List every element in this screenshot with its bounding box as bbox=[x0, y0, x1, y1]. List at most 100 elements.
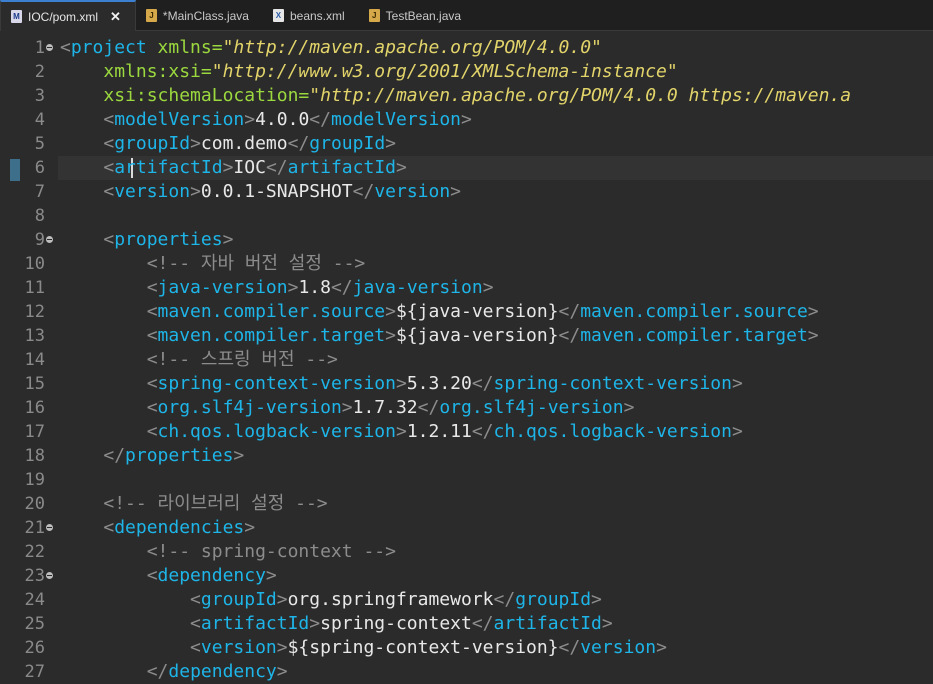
token: org.springframework bbox=[287, 589, 494, 610]
code-line[interactable]: 17 <ch.qos.logback-version>1.2.11</ch.qo… bbox=[0, 420, 933, 444]
token: < bbox=[146, 373, 158, 394]
code-text: <dependency> bbox=[60, 564, 277, 588]
token: </ bbox=[558, 325, 581, 346]
tab-label: TestBean.java bbox=[385, 8, 462, 23]
token: "http://www.w3.org/2001/XMLSchema-instan… bbox=[211, 61, 678, 82]
line-number: 4 bbox=[34, 110, 45, 130]
code-line[interactable]: 2 xmlns:xsi="http://www.w3.org/2001/XMLS… bbox=[0, 60, 933, 84]
code-line[interactable]: 8 bbox=[0, 204, 933, 228]
token: spring-context-version bbox=[157, 373, 396, 394]
token: > bbox=[395, 373, 407, 394]
code-line[interactable]: 6 <artifactId>IOC</artifactId> bbox=[0, 156, 933, 180]
tab-1[interactable]: J *MainClass.java bbox=[136, 0, 263, 31]
token: modelVersion bbox=[330, 109, 462, 130]
fold-toggle-icon[interactable] bbox=[46, 236, 53, 243]
tab-3[interactable]: J TestBean.java bbox=[359, 0, 475, 31]
token: "http://maven.apache.org/POM/4.0.0 https… bbox=[309, 85, 852, 106]
code-line[interactable]: 1 <project xmlns="http://maven.apache.org… bbox=[0, 36, 933, 60]
fold-toggle-icon[interactable] bbox=[46, 572, 53, 579]
code-line[interactable]: 9 <properties> bbox=[0, 228, 933, 252]
token: > bbox=[385, 133, 396, 154]
code-line[interactable]: 24 <groupId>org.springframework</groupId… bbox=[0, 588, 933, 612]
code-line[interactable]: 21 <dependencies> bbox=[0, 516, 933, 540]
line-number: 24 bbox=[24, 590, 45, 610]
token: </ bbox=[146, 661, 169, 682]
java-file-icon: J bbox=[145, 9, 157, 22]
token: <!-- 자바 버전 설정 --> bbox=[146, 253, 366, 274]
code-text: <version>0.0.1-SNAPSHOT</version> bbox=[60, 180, 461, 204]
code-line[interactable]: 5 <groupId>com.demo</groupId> bbox=[0, 132, 933, 156]
code-line[interactable]: 13 <maven.compiler.target>${java-version… bbox=[0, 324, 933, 348]
code-line[interactable]: 11 <java-version>1.8</java-version> bbox=[0, 276, 933, 300]
code-line[interactable]: 4 <modelVersion>4.0.0</modelVersion> bbox=[0, 108, 933, 132]
token: <!-- spring-context --> bbox=[146, 541, 396, 562]
token: artifactId bbox=[114, 157, 223, 178]
token: > bbox=[233, 445, 245, 466]
token: < bbox=[103, 157, 115, 178]
code-line[interactable]: 23 <dependency> bbox=[0, 564, 933, 588]
code-editor[interactable]: 1 <project xmlns="http://maven.apache.org… bbox=[0, 31, 933, 684]
token: < bbox=[103, 109, 115, 130]
token: artifactId bbox=[493, 613, 602, 634]
token: ch.qos.logback-version bbox=[493, 421, 732, 442]
token: > bbox=[395, 421, 407, 442]
code-line[interactable]: 14 <!-- 스프링 버전 --> bbox=[0, 348, 933, 372]
fold-toggle-icon[interactable] bbox=[46, 44, 53, 51]
code-text: <groupId>org.springframework</groupId> bbox=[60, 588, 602, 612]
token: < bbox=[190, 613, 201, 634]
tab-2[interactable]: Xbeans.xml bbox=[263, 0, 359, 31]
fold-toggle-icon[interactable] bbox=[46, 524, 53, 531]
token: > bbox=[482, 277, 494, 298]
token: artifactId bbox=[200, 613, 310, 634]
token: </ bbox=[265, 157, 288, 178]
code-line[interactable]: 10 <!-- 자바 버전 설정 --> bbox=[0, 252, 933, 276]
token: < bbox=[146, 421, 158, 442]
code-text: xmlns:xsi="http://www.w3.org/2001/XMLSch… bbox=[60, 60, 678, 84]
close-icon[interactable]: ✕ bbox=[110, 9, 121, 25]
code-line[interactable]: 15 <spring-context-version>5.3.20</sprin… bbox=[0, 372, 933, 396]
code-text: <!-- 스프링 버전 --> bbox=[60, 348, 338, 372]
token: <!-- 스프링 버전 --> bbox=[146, 349, 338, 370]
code-line[interactable]: 26 <version>${spring-context-version}</v… bbox=[0, 636, 933, 660]
token: </ bbox=[417, 397, 440, 418]
token: 4.0.0 bbox=[255, 109, 310, 130]
token: > bbox=[601, 613, 613, 634]
code-text: <project xmlns="http://maven.apache.org/… bbox=[60, 36, 602, 60]
line-number: 6 bbox=[34, 158, 45, 178]
token: < bbox=[103, 229, 115, 250]
code-line[interactable]: 22 <!-- spring-context --> bbox=[0, 540, 933, 564]
token: groupId bbox=[515, 589, 592, 610]
code-line[interactable]: 12 <maven.compiler.source>${java-version… bbox=[0, 300, 933, 324]
code-line[interactable]: 16 <org.slf4j-version>1.7.32</org.slf4j-… bbox=[0, 396, 933, 420]
line-number: 26 bbox=[24, 638, 45, 658]
token: </ bbox=[558, 637, 581, 658]
code-line[interactable]: 20 <!-- 라이브러리 설정 --> bbox=[0, 492, 933, 516]
code-text: <artifactId>IOC</artifactId> bbox=[60, 156, 406, 180]
maven-file-icon: M bbox=[11, 10, 22, 23]
code-text: <groupId>com.demo</groupId> bbox=[60, 132, 396, 156]
code-line[interactable]: 3 xsi:schemaLocation="http://maven.apach… bbox=[0, 84, 933, 108]
token: xmlns:xsi= bbox=[103, 61, 212, 82]
token: groupId bbox=[114, 133, 191, 154]
code-line[interactable]: 19 bbox=[0, 468, 933, 492]
token: version bbox=[114, 181, 191, 202]
token: maven.compiler.source bbox=[580, 301, 808, 322]
code-line[interactable]: 18 </properties> bbox=[0, 444, 933, 468]
code-line[interactable]: 25 <artifactId>spring-context</artifactI… bbox=[0, 612, 933, 636]
token: > bbox=[623, 397, 635, 418]
code-line[interactable]: 27 </dependency> bbox=[0, 660, 933, 684]
tab-0[interactable]: M IOC/pom.xml ✕ bbox=[0, 0, 136, 31]
tab-label: beans.xml bbox=[289, 8, 345, 23]
line-number: 22 bbox=[24, 542, 45, 562]
code-line[interactable]: 7 <version>0.0.1-SNAPSHOT</version> bbox=[0, 180, 933, 204]
